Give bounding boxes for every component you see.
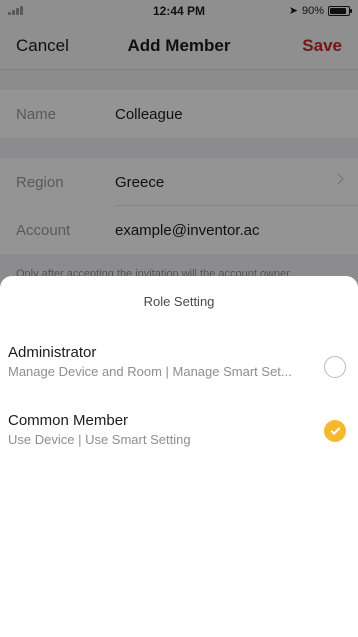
role-option-title: Administrator bbox=[8, 344, 97, 361]
checkmark-circle-icon[interactable] bbox=[324, 420, 346, 442]
role-option-description: Use Device | Use Smart Setting bbox=[8, 432, 191, 447]
role-option-common-member[interactable]: Common Member Use Device | Use Smart Set… bbox=[0, 412, 358, 468]
role-setting-sheet: Role Setting Administrator Manage Device… bbox=[0, 276, 358, 637]
radio-unchecked-icon[interactable] bbox=[324, 356, 346, 378]
role-option-administrator[interactable]: Administrator Manage Device and Room | M… bbox=[0, 344, 358, 400]
checkmark-icon bbox=[330, 424, 340, 435]
role-option-title: Common Member bbox=[8, 412, 129, 429]
role-option-description: Manage Device and Room | Manage Smart Se… bbox=[8, 364, 292, 379]
sheet-title: Role Setting bbox=[143, 294, 215, 309]
